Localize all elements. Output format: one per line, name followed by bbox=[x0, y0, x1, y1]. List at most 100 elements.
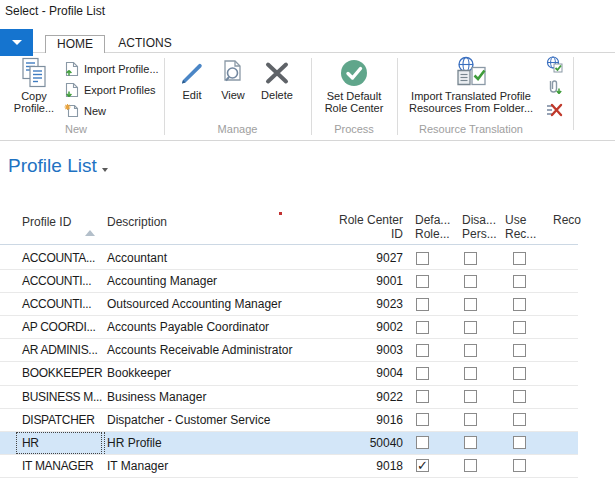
cell-role-center-id: 9018 bbox=[331, 455, 403, 477]
cell-description: Accounts Payable Coordinator bbox=[107, 316, 269, 338]
copy-profile-button[interactable]: Copy Profile... bbox=[6, 57, 62, 114]
table-row[interactable]: AR ADMINIS... Accounts Receivable Admini… bbox=[0, 339, 578, 362]
window-title: Select - Profile List bbox=[5, 4, 105, 18]
default-role-center-checkbox[interactable] bbox=[416, 252, 429, 265]
column-header-use-record-notes[interactable]: Use Rec... bbox=[505, 213, 536, 241]
disable-personalization-checkbox[interactable] bbox=[464, 321, 477, 334]
default-role-center-checkbox[interactable] bbox=[416, 321, 429, 334]
cell-role-center-id: 9004 bbox=[331, 362, 403, 384]
column-header-record[interactable]: Reco bbox=[553, 213, 581, 227]
table-row[interactable]: ACCOUNTA... Accountant 9027 bbox=[0, 247, 578, 270]
default-role-center-checkbox[interactable] bbox=[416, 298, 429, 311]
disable-personalization-checkbox[interactable] bbox=[464, 344, 477, 357]
use-record-notes-checkbox[interactable] bbox=[513, 252, 526, 265]
column-header-description[interactable]: Description bbox=[107, 215, 167, 229]
export-profiles-button[interactable]: Export Profiles bbox=[64, 79, 159, 100]
group-label-new: New bbox=[0, 123, 152, 135]
pencil-icon bbox=[170, 60, 214, 86]
window: Select - Profile List HOME ACTIONS bbox=[0, 0, 615, 478]
disable-personalization-checkbox[interactable] bbox=[464, 459, 477, 472]
use-record-notes-checkbox[interactable] bbox=[513, 367, 526, 380]
view-button[interactable]: View bbox=[212, 60, 254, 102]
table-row[interactable]: ACCOUNTI... Outsourced Accounting Manage… bbox=[0, 293, 578, 316]
red-marker bbox=[279, 212, 282, 215]
page-magnifier-icon bbox=[212, 60, 254, 86]
clear-lines-red-x-icon[interactable] bbox=[546, 102, 563, 118]
cell-profile-id: AP COORDI... bbox=[22, 316, 96, 338]
cell-role-center-id: 9022 bbox=[331, 386, 403, 408]
disable-personalization-checkbox[interactable] bbox=[464, 367, 477, 380]
focus-divider bbox=[104, 432, 105, 454]
globe-book-check-icon bbox=[400, 56, 542, 88]
use-record-notes-checkbox[interactable] bbox=[513, 298, 526, 311]
default-role-center-checkbox[interactable] bbox=[416, 344, 429, 357]
x-icon bbox=[253, 60, 301, 86]
copy-profile-label-1: Copy bbox=[6, 91, 62, 103]
column-header-role-center-id[interactable]: Role Center ID bbox=[331, 213, 403, 241]
table-row[interactable]: DISPATCHER Dispatcher - Customer Service… bbox=[0, 409, 578, 432]
import-profile-button[interactable]: Import Profile... bbox=[64, 58, 159, 79]
use-record-notes-checkbox[interactable] bbox=[513, 344, 526, 357]
set-default-role-center-button[interactable]: Set Default Role Center bbox=[313, 59, 395, 114]
cell-description: Dispatcher - Customer Service bbox=[107, 409, 270, 431]
cell-profile-id: ACCOUNTI... bbox=[22, 270, 91, 292]
cell-profile-id: BUSINESS M... bbox=[22, 386, 102, 408]
table-row[interactable]: BOOKKEEPER Bookkeeper 9004 bbox=[0, 362, 578, 385]
cell-description: Bookkeeper bbox=[107, 362, 171, 384]
default-role-center-checkbox[interactable] bbox=[416, 413, 429, 426]
profile-list-table: ACCOUNTA... Accountant 9027 ACCOUNTI... … bbox=[0, 247, 578, 478]
use-record-notes-checkbox[interactable] bbox=[513, 275, 526, 288]
use-record-notes-checkbox[interactable] bbox=[513, 459, 526, 472]
use-record-notes-checkbox[interactable] bbox=[513, 390, 526, 403]
default-role-center-checkbox[interactable] bbox=[416, 390, 429, 403]
import-translated-profile-resources-button[interactable]: Import Translated Profile Resources From… bbox=[400, 56, 542, 114]
disable-personalization-checkbox[interactable] bbox=[464, 275, 477, 288]
cell-description: Outsourced Accounting Manager bbox=[107, 293, 282, 315]
column-header-disable-personalization[interactable]: Disa... Pers... bbox=[462, 213, 497, 241]
table-row[interactable]: BUSINESS M... Business Manager 9022 bbox=[0, 386, 578, 409]
cell-description: Business Manager bbox=[107, 386, 206, 408]
disable-personalization-checkbox[interactable] bbox=[464, 252, 477, 265]
disable-personalization-checkbox[interactable] bbox=[464, 298, 477, 311]
cell-role-center-id: 50040 bbox=[331, 432, 403, 454]
paperclip-download-icon[interactable] bbox=[546, 79, 563, 96]
cell-profile-id: ACCOUNTA... bbox=[22, 247, 95, 269]
new-button[interactable]: New bbox=[64, 100, 159, 121]
use-record-notes-checkbox[interactable] bbox=[513, 413, 526, 426]
app-menu-button[interactable] bbox=[0, 29, 33, 56]
table-row[interactable]: AP COORDI... Accounts Payable Coordinato… bbox=[0, 316, 578, 339]
focus-rect bbox=[16, 432, 102, 454]
column-header-default-role-center[interactable]: Defa... Role... bbox=[415, 213, 450, 241]
cell-role-center-id: 9002 bbox=[331, 316, 403, 338]
copy-profile-label-2: Profile... bbox=[6, 103, 62, 115]
default-role-center-checkbox[interactable] bbox=[416, 436, 429, 449]
page-import-icon bbox=[64, 61, 80, 77]
group-label-resource-translation: Resource Translation bbox=[397, 123, 545, 135]
page-title-caret-icon[interactable] bbox=[102, 168, 108, 172]
table-row[interactable]: ACCOUNTI... Accounting Manager 9001 bbox=[0, 270, 578, 293]
table-row[interactable]: IT MANAGER IT Manager 9018 ✓ bbox=[0, 455, 578, 478]
disable-personalization-checkbox[interactable] bbox=[464, 436, 477, 449]
tab-actions[interactable]: ACTIONS bbox=[105, 35, 185, 53]
cell-description: HR Profile bbox=[107, 432, 162, 454]
default-role-center-checkbox[interactable] bbox=[416, 367, 429, 380]
default-role-center-checkbox[interactable]: ✓ bbox=[416, 459, 429, 472]
disable-personalization-checkbox[interactable] bbox=[464, 413, 477, 426]
table-row[interactable]: HR HR Profile 50040 bbox=[0, 432, 578, 455]
cell-role-center-id: 9016 bbox=[331, 409, 403, 431]
page-title: Profile List bbox=[8, 155, 97, 177]
column-header-profile-id[interactable]: Profile ID bbox=[22, 215, 71, 229]
disable-personalization-checkbox[interactable] bbox=[464, 390, 477, 403]
use-record-notes-checkbox[interactable] bbox=[513, 321, 526, 334]
cell-profile-id: AR ADMINIS... bbox=[22, 339, 97, 361]
tab-home[interactable]: HOME bbox=[45, 35, 105, 53]
default-role-center-checkbox[interactable] bbox=[416, 275, 429, 288]
delete-button[interactable]: Delete bbox=[253, 60, 301, 102]
caret-down-icon bbox=[12, 40, 22, 45]
edit-button[interactable]: Edit bbox=[170, 60, 214, 102]
globe-check-icon[interactable] bbox=[546, 56, 563, 73]
use-record-notes-checkbox[interactable] bbox=[513, 436, 526, 449]
header-divider bbox=[0, 244, 578, 245]
cell-description: IT Manager bbox=[107, 455, 168, 477]
ribbon: Copy Profile... Import Profile... Export… bbox=[0, 52, 615, 141]
